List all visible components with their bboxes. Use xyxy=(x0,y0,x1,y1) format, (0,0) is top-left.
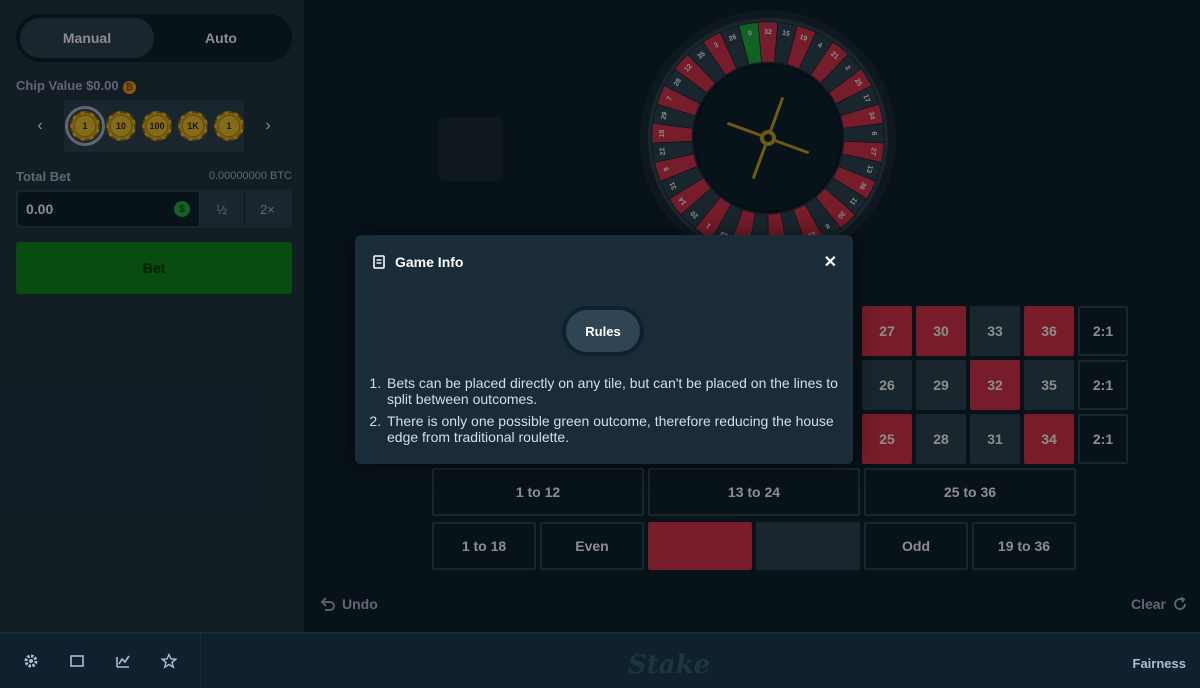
chip-100[interactable]: 100 xyxy=(142,111,172,141)
column-bet-top[interactable]: 2:1 xyxy=(1078,306,1128,356)
chip-1[interactable]: 1 xyxy=(65,106,105,146)
dozen-1-to-12[interactable]: 1 to 12 xyxy=(432,468,644,516)
column-bet-bottom[interactable]: 2:1 xyxy=(1078,414,1128,464)
chip-value-label: Chip Value $0.00 xyxy=(16,78,119,94)
footer-bar: Stake Fairness xyxy=(0,632,1200,688)
bet-button[interactable]: Bet xyxy=(16,242,292,294)
bet-even[interactable]: Even xyxy=(540,522,644,570)
rule-item: There is only one possible green outcome… xyxy=(385,413,839,445)
undo-label: Undo xyxy=(342,596,378,612)
clear-label: Clear xyxy=(1130,596,1166,612)
bet-odd[interactable]: Odd xyxy=(864,522,968,570)
favourite-icon[interactable] xyxy=(160,652,178,670)
chip-placeholder xyxy=(439,117,503,181)
rules-tab-group: Rules xyxy=(562,306,644,356)
chip-1k[interactable]: 1K xyxy=(178,111,208,141)
theatre-mode-icon[interactable] xyxy=(68,652,86,670)
chip-next-arrow-icon[interactable]: › xyxy=(244,100,292,152)
undo-button[interactable]: Undo xyxy=(320,596,378,612)
live-stats-icon[interactable] xyxy=(114,652,132,670)
total-bet-field: 0.00 $ ½ 2× xyxy=(16,190,292,228)
number-cell[interactable]: 26 xyxy=(862,360,912,410)
roulette-wheel-svg: 0321519421225173462713361130823105241633… xyxy=(640,10,896,266)
total-bet-btc: 0.00000000 BTC xyxy=(208,170,292,182)
number-cell[interactable]: 35 xyxy=(1024,360,1074,410)
total-bet-label: Total Bet xyxy=(16,168,71,184)
bet-black[interactable] xyxy=(756,522,860,570)
manual-tab[interactable]: Manual xyxy=(20,18,154,58)
dollar-icon: $ xyxy=(174,201,190,217)
refresh-icon xyxy=(1174,596,1186,610)
bet-amount-value: 0.00 xyxy=(26,201,54,217)
clear-button[interactable]: Clear xyxy=(1131,596,1188,612)
wheel-number-label: 15 xyxy=(781,30,790,38)
number-cell[interactable]: 27 xyxy=(862,306,912,356)
roulette-wheel: 0321519421225173462713361130823105241633… xyxy=(640,10,896,266)
number-cell[interactable]: 30 xyxy=(916,306,966,356)
wheel-number-label: 32 xyxy=(764,29,772,36)
number-cell[interactable]: 33 xyxy=(970,306,1020,356)
game-info-modal: Game Info ✕ Rules Bets can be placed dir… xyxy=(355,235,853,464)
brand-logo: Stake xyxy=(628,650,711,680)
number-cell[interactable]: 28 xyxy=(916,414,966,464)
mode-toggle: Manual Auto xyxy=(16,14,292,62)
number-cell[interactable]: 31 xyxy=(970,414,1020,464)
number-cell[interactable]: 25 xyxy=(862,414,912,464)
number-cell[interactable]: 29 xyxy=(916,360,966,410)
bet-19-to-36[interactable]: 19 to 36 xyxy=(972,522,1076,570)
dozen-13-to-24[interactable]: 13 to 24 xyxy=(648,468,860,516)
modal-header: Game Info ✕ xyxy=(355,235,853,289)
number-cell[interactable]: 34 xyxy=(1024,414,1074,464)
chip-value-label-row: Chip Value $0.00 ₿ xyxy=(16,78,292,94)
chip-prev-arrow-icon[interactable]: ‹ xyxy=(16,100,64,152)
dozen-25-to-36[interactable]: 25 to 36 xyxy=(864,468,1076,516)
half-bet-button[interactable]: ½ xyxy=(198,192,244,226)
auto-tab[interactable]: Auto xyxy=(154,18,288,58)
bet-1-to-18[interactable]: 1 to 18 xyxy=(432,522,536,570)
number-cell[interactable]: 36 xyxy=(1024,306,1074,356)
total-bet-label-row: Total Bet 0.00000000 BTC xyxy=(16,168,292,184)
footer-icon-group xyxy=(0,634,201,688)
column-bet-middle[interactable]: 2:1 xyxy=(1078,360,1128,410)
rule-item: Bets can be placed directly on any tile,… xyxy=(385,375,839,407)
rules-list: Bets can be placed directly on any tile,… xyxy=(369,375,839,451)
scroll-icon xyxy=(373,255,385,269)
bet-sidebar: Manual Auto Chip Value $0.00 ₿ ‹ 1 10 100… xyxy=(0,0,304,632)
close-icon[interactable]: ✕ xyxy=(824,252,837,272)
wheel-number-label: 27 xyxy=(869,147,877,156)
wheel-number-label: 6 xyxy=(870,131,877,135)
chip-list: 1 10 100 1K 1 xyxy=(64,100,244,152)
wheel-number-label: 18 xyxy=(659,129,666,137)
wheel-number-label: 22 xyxy=(659,147,667,156)
chip-partial[interactable]: 1 xyxy=(214,111,244,141)
number-cell[interactable]: 32 xyxy=(970,360,1020,410)
btc-coin-icon: ₿ xyxy=(122,80,136,94)
roulette-app: Manual Auto Chip Value $0.00 ₿ ‹ 1 10 100… xyxy=(0,0,1200,688)
rules-tab[interactable]: Rules xyxy=(566,310,640,352)
chip-10[interactable]: 10 xyxy=(106,111,136,141)
modal-title: Game Info xyxy=(395,254,464,270)
undo-icon xyxy=(320,597,335,611)
double-bet-button[interactable]: 2× xyxy=(244,192,290,226)
bet-amount-input[interactable]: 0.00 $ xyxy=(18,192,198,226)
fairness-link[interactable]: Fairness xyxy=(1133,656,1186,671)
bet-red[interactable] xyxy=(648,522,752,570)
chip-selector: ‹ 1 10 100 1K 1 › xyxy=(16,100,292,152)
settings-icon[interactable] xyxy=(22,652,40,670)
